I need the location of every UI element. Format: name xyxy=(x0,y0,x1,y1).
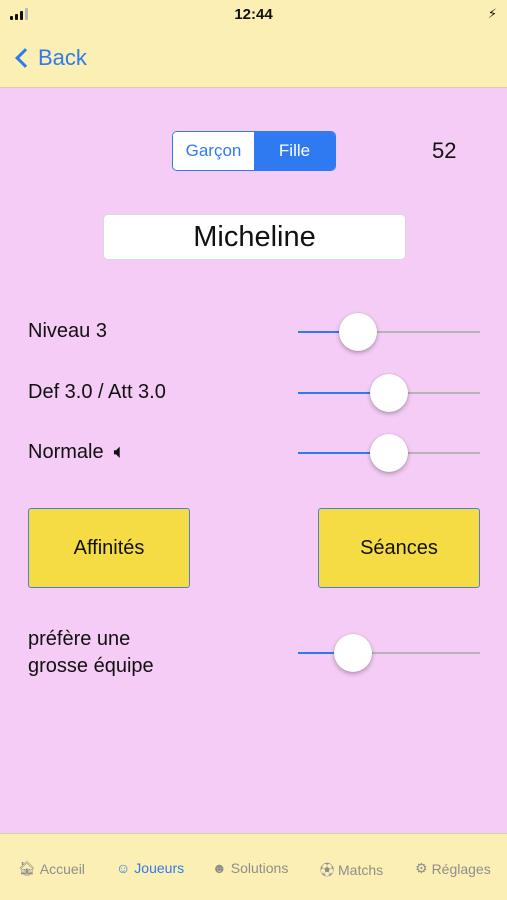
tab-solutions[interactable]: ☻︎ Solutions xyxy=(212,860,288,876)
house-icon: 🏠︎ xyxy=(18,860,36,876)
player-name-field[interactable]: Micheline xyxy=(103,214,406,260)
slider-thumb[interactable] xyxy=(370,374,408,412)
tab-label: Réglages xyxy=(431,860,491,877)
seances-button[interactable]: Séances xyxy=(318,508,480,588)
niveau-label: Niveau 3 xyxy=(28,320,107,342)
back-label: Back xyxy=(38,45,87,70)
preference-label: préfère une grosse équipe xyxy=(28,626,154,680)
tab-label: Solutions xyxy=(230,860,289,876)
people-icon: ☻︎ xyxy=(212,860,227,876)
battery-charging-icon: ⚡︎ xyxy=(487,6,497,21)
tab-label: Accueil xyxy=(39,860,85,877)
status-bar: 12:44 ⚡︎ xyxy=(0,0,507,30)
segment-fille[interactable]: Fille xyxy=(254,132,335,170)
ball-icon: ⚽︎ xyxy=(320,862,334,878)
status-time: 12:44 xyxy=(234,6,273,23)
preference-line-2: grosse équipe xyxy=(28,655,154,677)
navigation-bar: Back xyxy=(0,30,507,88)
affinites-button[interactable]: Affinités xyxy=(28,508,190,588)
tab-joueurs[interactable]: ☺︎ Joueurs xyxy=(116,860,184,876)
def-att-label: Def 3.0 / Att 3.0 xyxy=(28,381,166,403)
speaker-icon: 🔈︎ xyxy=(113,441,126,463)
tab-reglages[interactable]: ⚙︎ Réglages xyxy=(415,860,491,877)
chevron-left-icon xyxy=(15,48,35,68)
volume-row: Normale 🔈︎ xyxy=(28,441,126,464)
slider-thumb[interactable] xyxy=(339,313,378,351)
player-count: 52 xyxy=(432,138,457,163)
tab-label: Joueurs xyxy=(134,860,185,876)
tab-bar: 🏠︎ Accueil ☺︎ Joueurs ☻︎ Solutions ⚽︎ Ma… xyxy=(0,833,507,900)
gear-icon: ⚙︎ xyxy=(415,860,428,876)
preference-line-1: préfère une xyxy=(28,628,131,650)
segment-garcon[interactable]: Garçon xyxy=(173,132,254,170)
tab-accueil[interactable]: 🏠︎ Accueil xyxy=(18,860,85,877)
slider-thumb[interactable] xyxy=(370,434,408,472)
def-att-slider[interactable] xyxy=(298,373,480,413)
gender-segmented-control[interactable]: Garçon Fille xyxy=(172,131,336,171)
volume-label: Normale xyxy=(28,441,104,463)
niveau-slider[interactable] xyxy=(298,312,480,352)
tab-matchs[interactable]: ⚽︎ Matchs xyxy=(320,860,383,880)
slider-thumb[interactable] xyxy=(333,634,372,672)
volume-slider[interactable] xyxy=(298,433,480,473)
back-button[interactable]: Back xyxy=(12,42,87,74)
tab-label: Matchs xyxy=(338,862,384,878)
team-size-slider[interactable] xyxy=(298,633,480,673)
smiley-icon: ☺︎ xyxy=(116,860,131,876)
